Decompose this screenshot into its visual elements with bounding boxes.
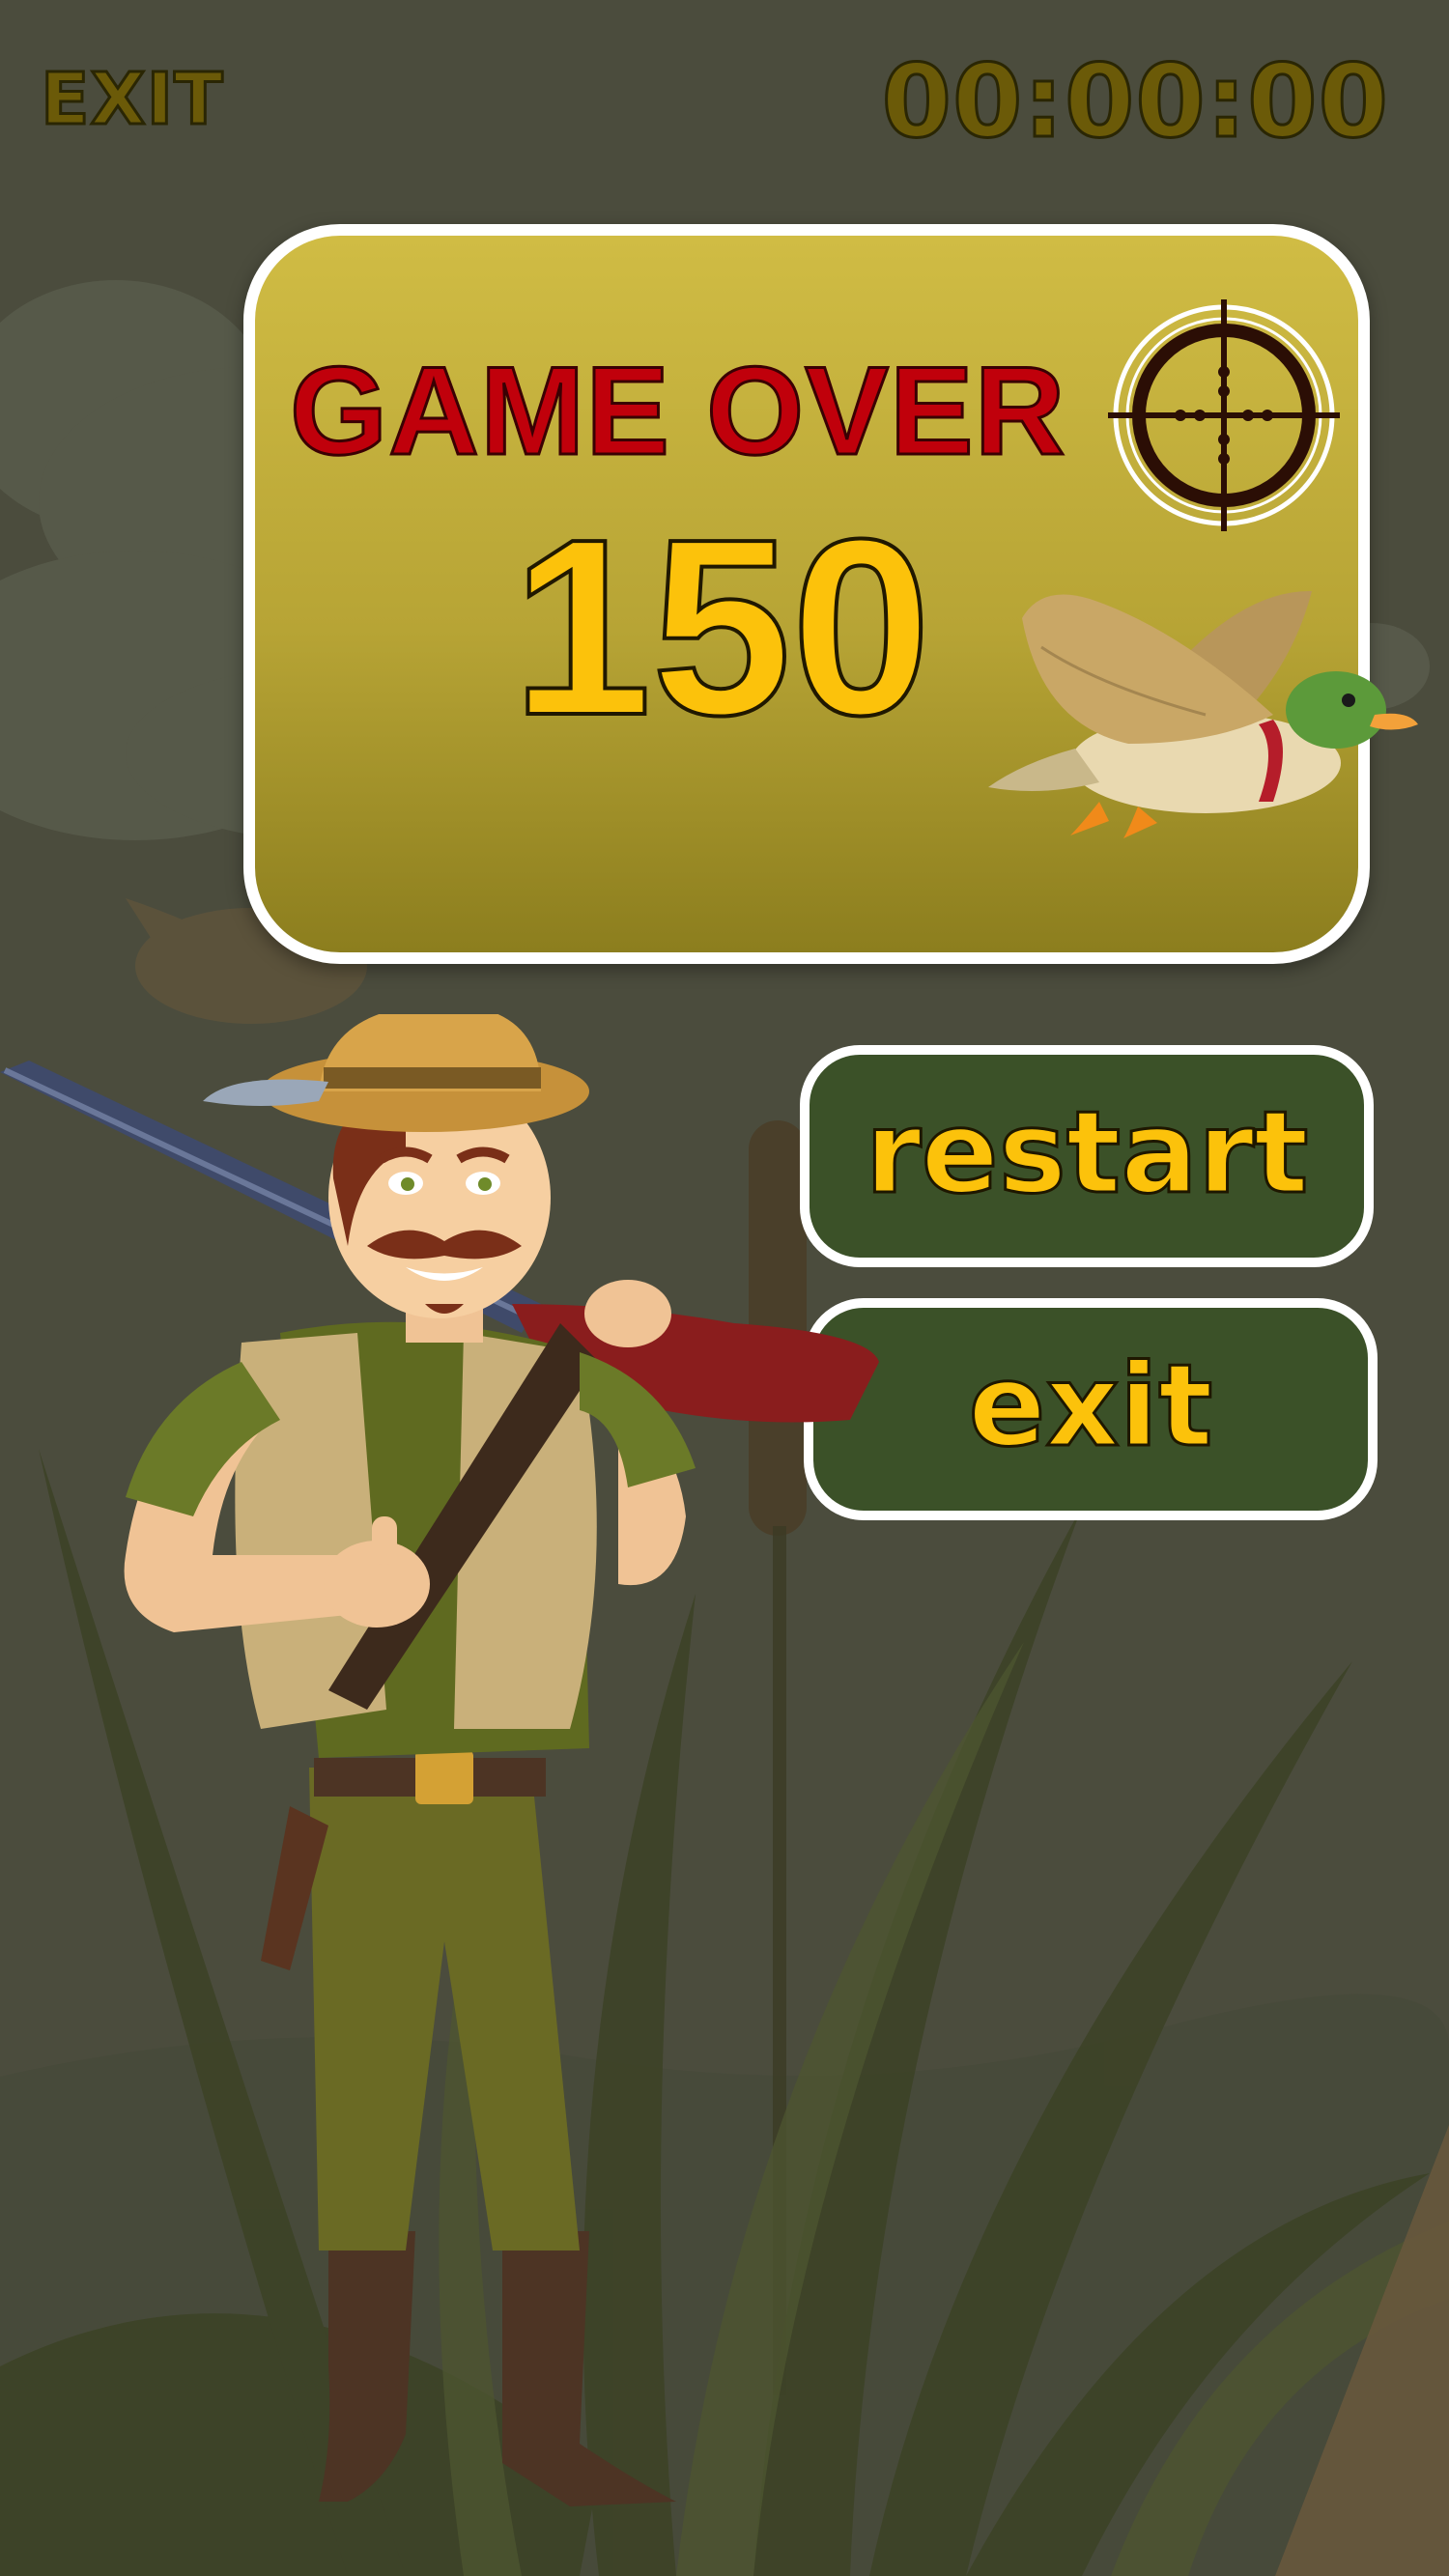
exit-button-label: exit [967,1339,1214,1472]
hunter-character-illustration [0,1014,879,2506]
game-over-title: GAME OVER [289,339,1067,483]
final-score: 150 [510,488,933,768]
crosshair-icon [1108,299,1340,531]
timer-display: 00:00:00 [880,42,1389,162]
exit-link[interactable]: EXIT [40,57,225,143]
exit-button[interactable]: exit [804,1298,1378,1520]
flying-duck-illustration [988,590,1418,838]
restart-button-label: restart [864,1086,1310,1219]
